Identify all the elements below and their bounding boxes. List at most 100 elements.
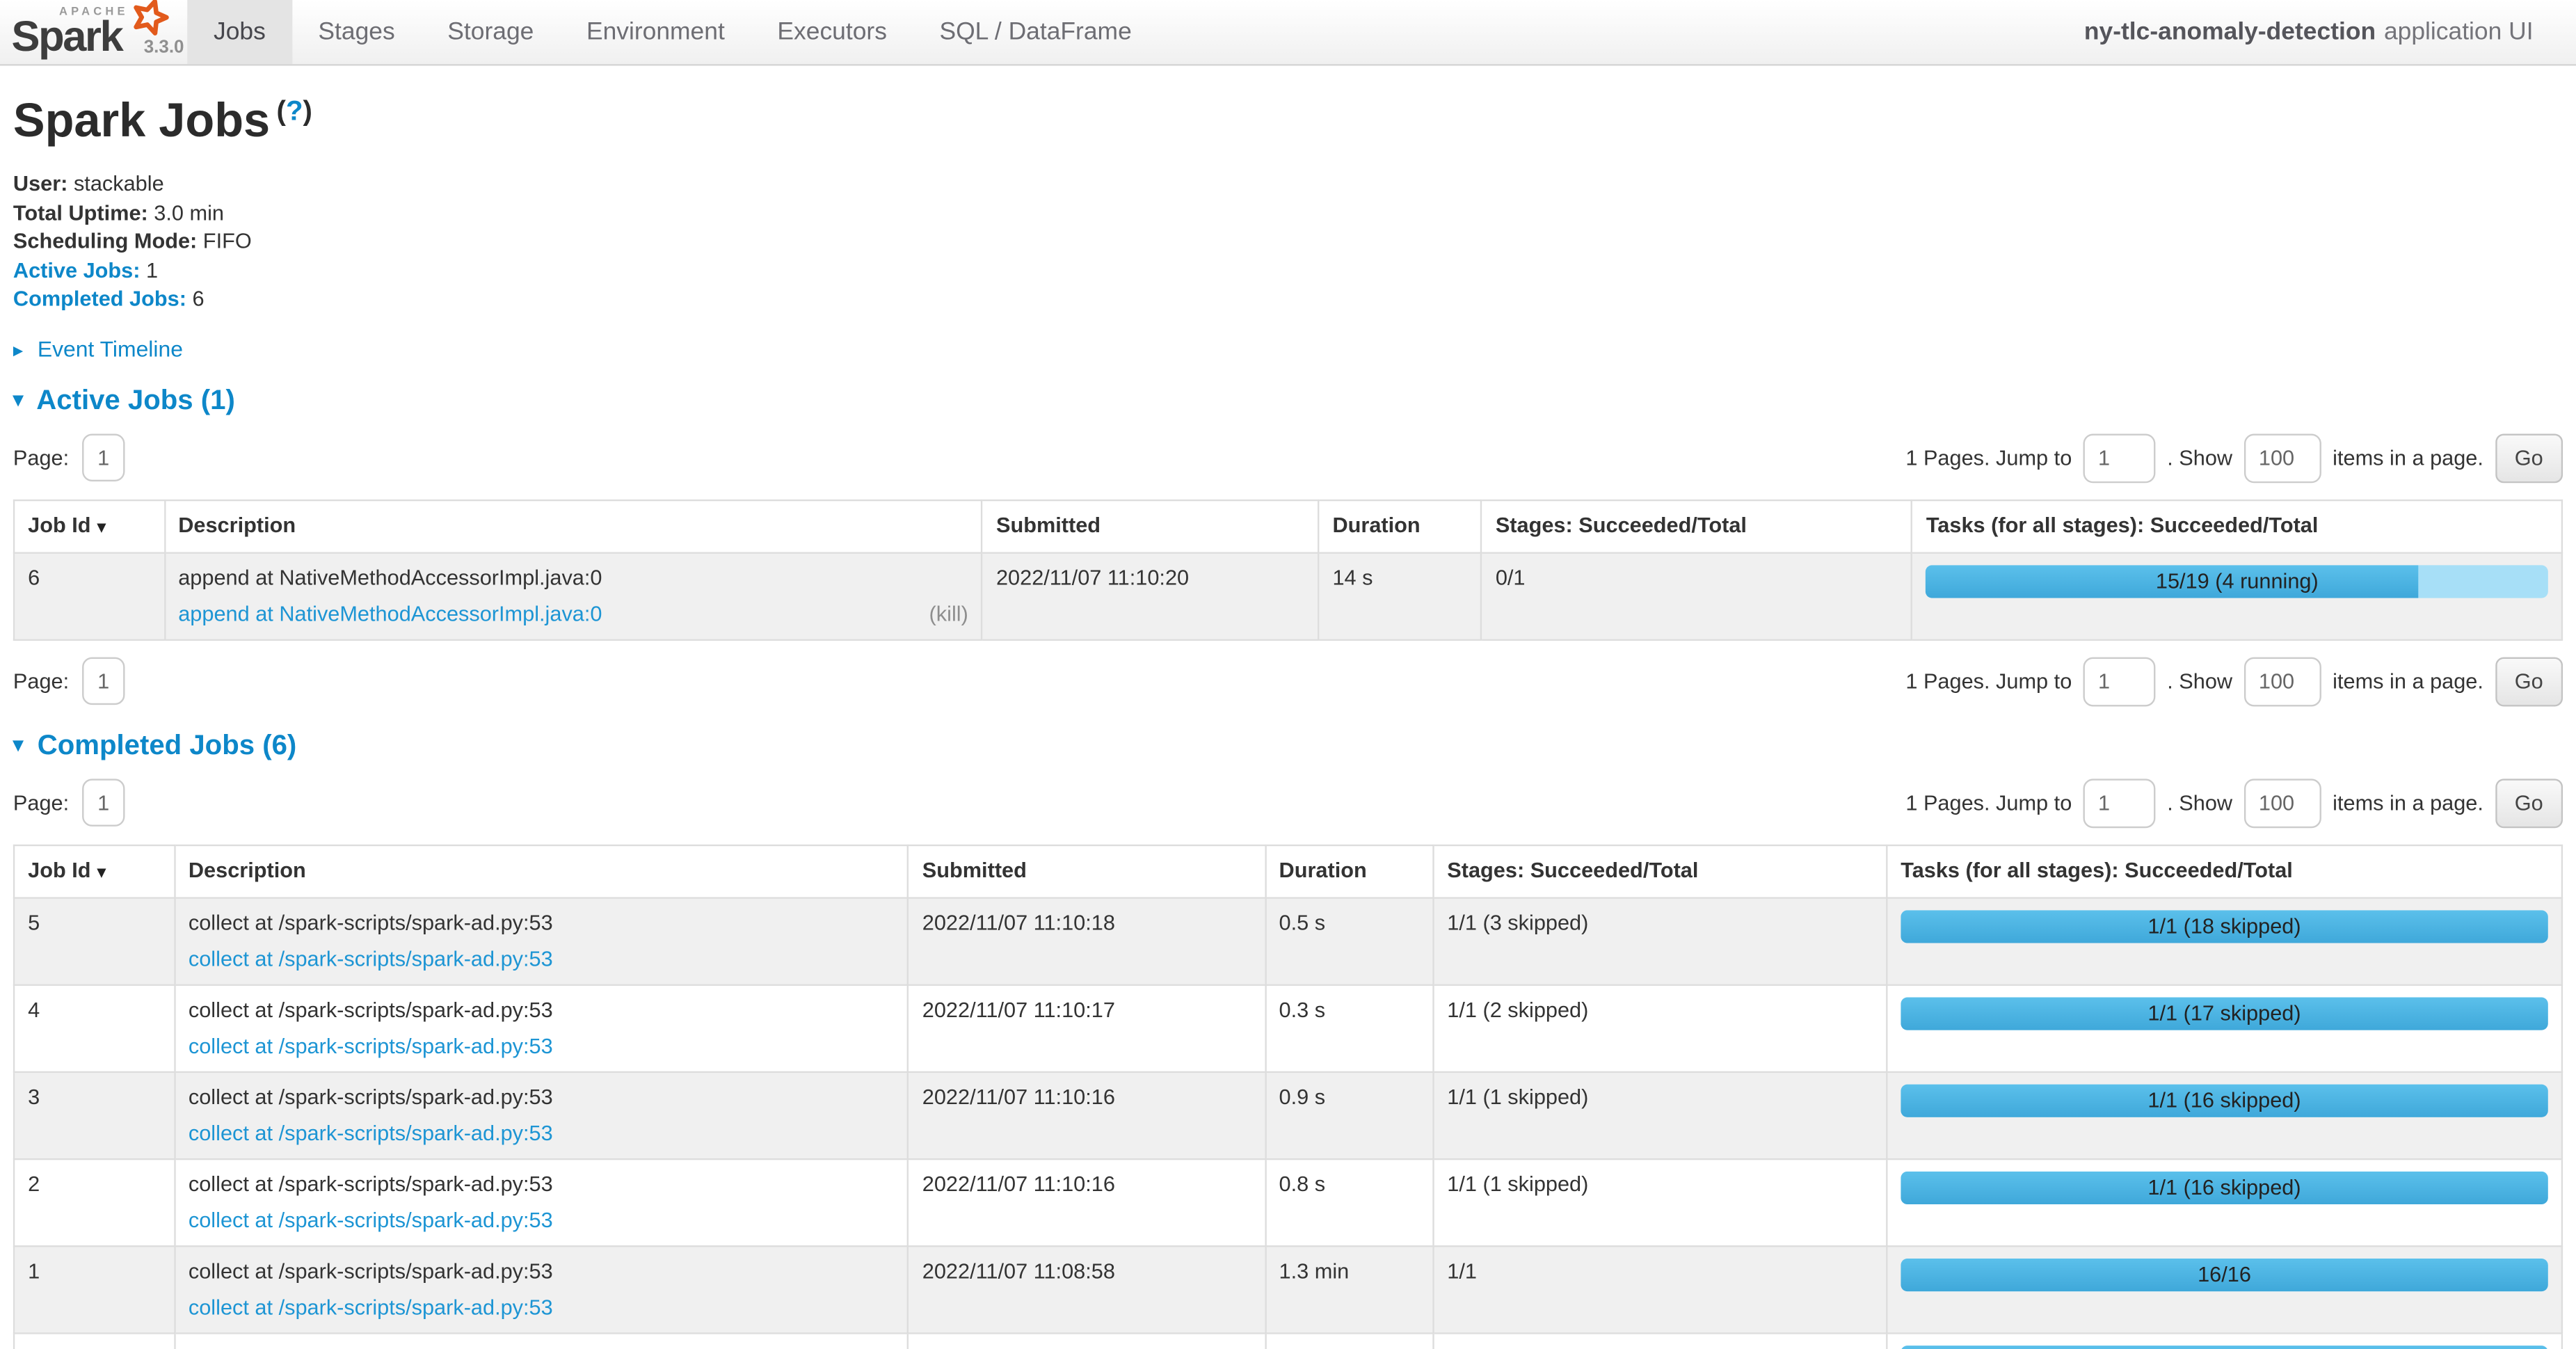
description-cell: parquet at NativeMethodAccessorImpl.java… — [175, 1332, 909, 1349]
job-description-link[interactable]: collect at /spark-scripts/spark-ad.py:53 — [189, 1032, 553, 1059]
pagination-row: Page: 1 Pages. Jump to . Show items in a… — [13, 778, 2563, 827]
summary-label: User: — [13, 171, 68, 195]
summary-label: Scheduling Mode: — [13, 228, 197, 253]
summary-label[interactable]: Active Jobs: — [13, 257, 141, 282]
help-question-icon[interactable]: ? — [286, 95, 303, 127]
items-per-page-input[interactable] — [2244, 656, 2321, 705]
tab-storage[interactable]: Storage — [421, 0, 560, 64]
tasks-progress-cell: 15/19 (4 running) — [1912, 552, 2562, 639]
job-description-text: append at NativeMethodAccessorImpl.java:… — [178, 564, 968, 591]
job-description-link[interactable]: collect at /spark-scripts/spark-ad.py:53 — [189, 1119, 553, 1146]
tasks-progress-cell: 1/1 — [1887, 1332, 2562, 1349]
job-row: 6append at NativeMethodAccessorImpl.java… — [14, 552, 2562, 639]
column-header[interactable]: Submitted — [982, 500, 1318, 552]
submitted-cell: 2022/11/07 11:10:17 — [909, 984, 1265, 1071]
page-number-input[interactable] — [82, 779, 125, 826]
summary-value: 3.0 min — [148, 200, 224, 224]
items-per-page-input[interactable] — [2244, 433, 2321, 482]
tasks-progress-bar: 1/1 (16 skipped) — [1901, 1083, 2548, 1116]
job-row: 5 collect at /spark-scripts/spark-ad.py:5… — [14, 897, 2562, 984]
tab-executors[interactable]: Executors — [751, 0, 913, 64]
tab-stages[interactable]: Stages — [292, 0, 422, 64]
job-id-cell: 5 — [14, 897, 175, 984]
submitted-cell: 2022/11/07 11:10:20 — [982, 552, 1318, 639]
job-description-link[interactable]: append at NativeMethodAccessorImpl.java:… — [178, 600, 602, 627]
jump-to-page-input[interactable] — [2083, 778, 2156, 827]
page-title: Spark Jobs(?) — [13, 95, 2563, 150]
progress-label: 1/1 (16 skipped) — [1901, 1083, 2548, 1116]
tab-jobs[interactable]: Jobs — [187, 0, 291, 64]
job-row: 2collect at /spark-scripts/spark-ad.py:5… — [14, 1158, 2562, 1245]
spark-logo[interactable]: APACHE Spark 3.3.0 — [0, 0, 187, 64]
jump-to-page-input[interactable] — [2083, 656, 2156, 705]
tasks-progress-bar: 1/1 (17 skipped) — [1901, 996, 2548, 1029]
column-header[interactable]: Tasks (for all stages): Succeeded/Total — [1912, 500, 2562, 552]
jump-to-page-input[interactable] — [2083, 433, 2156, 482]
column-header[interactable]: Description — [164, 500, 982, 552]
job-description-text: collect at /spark-scripts/spark-ad.py:53 — [189, 1258, 895, 1284]
job-description-text: collect at /spark-scripts/spark-ad.py:53 — [189, 909, 895, 936]
progress-label: 1/1 (17 skipped) — [1901, 996, 2548, 1029]
job-description-link[interactable]: collect at /spark-scripts/spark-ad.py:53 — [189, 1207, 553, 1234]
page-number-input[interactable] — [82, 433, 125, 481]
go-button[interactable]: Go — [2495, 778, 2563, 827]
duration-cell: 0.9 s — [1265, 1071, 1433, 1158]
tab-sql-dataframe[interactable]: SQL / DataFrame — [913, 0, 1158, 64]
stages-cell: 0/1 — [1482, 552, 1912, 639]
column-header[interactable]: Job Id▾ — [14, 845, 175, 897]
help-link[interactable]: (?) — [277, 95, 312, 127]
tasks-progress-bar: 16/16 — [1901, 1258, 2548, 1291]
duration-cell: 1.3 min — [1265, 1245, 1433, 1332]
summary-item: Active Jobs: 1 — [13, 255, 2563, 284]
progress-label: 1/1 (16 skipped) — [1901, 1171, 2548, 1204]
job-id-cell: 1 — [14, 1245, 175, 1332]
tasks-progress-bar: 1/1 (16 skipped) — [1901, 1171, 2548, 1204]
job-description-text: parquet at NativeMethodAccessorImpl.java… — [189, 1345, 895, 1349]
pages-jump-text: 1 Pages. Jump to — [1905, 669, 2072, 693]
job-description-link[interactable]: collect at /spark-scripts/spark-ad.py:53 — [189, 945, 553, 972]
go-button[interactable]: Go — [2495, 433, 2563, 482]
submitted-cell: 2022/11/07 11:10:16 — [909, 1158, 1265, 1245]
column-header[interactable]: Submitted — [909, 845, 1265, 897]
items-per-page-input[interactable] — [2244, 778, 2321, 827]
column-header[interactable]: Duration — [1265, 845, 1433, 897]
tasks-progress-cell: 1/1 (16 skipped) — [1887, 1158, 2562, 1245]
pages-jump-text: 1 Pages. Jump to — [1905, 790, 2072, 815]
column-header[interactable]: Stages: Succeeded/Total — [1482, 500, 1912, 552]
stages-cell: 1/1 (1 skipped) — [1433, 1071, 1887, 1158]
page-number-input[interactable] — [82, 657, 125, 705]
collapse-arrow-icon: ▾ — [13, 732, 23, 755]
job-row: 4collect at /spark-scripts/spark-ad.py:5… — [14, 984, 2562, 1071]
description-cell: collect at /spark-scripts/spark-ad.py:53… — [175, 1245, 909, 1332]
description-cell: collect at /spark-scripts/spark-ad.py:53… — [175, 984, 909, 1071]
summary-label[interactable]: Completed Jobs: — [13, 286, 186, 310]
kill-link[interactable]: (kill) — [929, 600, 968, 627]
stages-cell: 1/1 (3 skipped) — [1433, 897, 1887, 984]
column-header[interactable]: Stages: Succeeded/Total — [1433, 845, 1887, 897]
job-row: 1collect at /spark-scripts/spark-ad.py:5… — [14, 1245, 2562, 1332]
active-jobs-section-toggle[interactable]: ▾ Active Jobs (1) — [13, 383, 2563, 416]
stages-cell: 1/1 (2 skipped) — [1433, 984, 1887, 1071]
job-row: 0parquet at NativeMethodAccessorImpl.jav… — [14, 1332, 2562, 1349]
tasks-progress-cell: 1/1 (16 skipped) — [1887, 1071, 2562, 1158]
page-label: Page: — [13, 790, 69, 815]
submitted-cell: 2022/11/07 11:08:15 — [909, 1332, 1265, 1349]
job-description-link[interactable]: collect at /spark-scripts/spark-ad.py:53 — [189, 1294, 553, 1320]
go-button[interactable]: Go — [2495, 656, 2563, 705]
expand-arrow-icon: ▸ — [13, 337, 23, 360]
summary-value: 6 — [186, 286, 205, 310]
job-description-text: collect at /spark-scripts/spark-ad.py:53 — [189, 996, 895, 1023]
column-header[interactable]: Description — [175, 845, 909, 897]
job-row: 3collect at /spark-scripts/spark-ad.py:5… — [14, 1071, 2562, 1158]
stages-cell: 1/1 — [1433, 1332, 1887, 1349]
column-header[interactable]: Duration — [1318, 500, 1481, 552]
column-header[interactable]: Job Id▾ — [14, 500, 164, 552]
event-timeline-toggle[interactable]: ▸ Event Timeline — [13, 336, 2563, 360]
column-header[interactable]: Tasks (for all stages): Succeeded/Total — [1887, 845, 2562, 897]
tab-environment[interactable]: Environment — [560, 0, 751, 64]
duration-cell: 0.8 s — [1265, 1158, 1433, 1245]
summary-item: Completed Jobs: 6 — [13, 285, 2563, 313]
completed-jobs-section-toggle[interactable]: ▾ Completed Jobs (6) — [13, 728, 2563, 761]
tasks-progress-bar: 15/19 (4 running) — [1926, 564, 2548, 597]
summary-item: Scheduling Mode: FIFO — [13, 227, 2563, 255]
